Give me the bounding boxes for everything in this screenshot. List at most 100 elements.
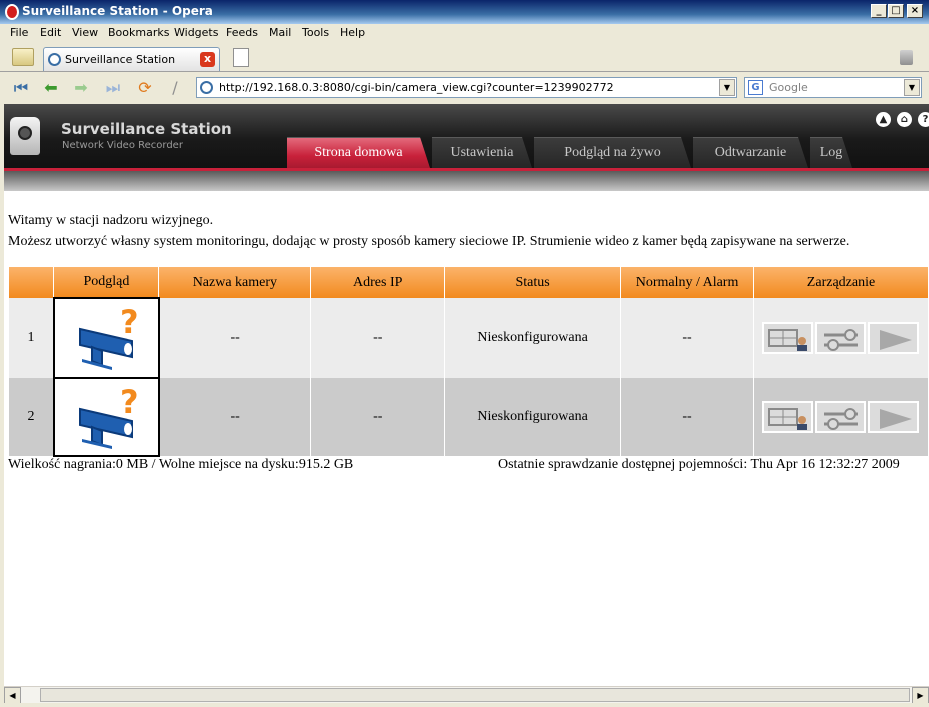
camera-config-icon (768, 408, 808, 430)
row-number: 1 (9, 298, 55, 378)
camera-play-button[interactable] (868, 322, 920, 354)
management-cell (753, 378, 929, 456)
camera-ip: -- (310, 298, 446, 378)
management-cell (753, 298, 929, 378)
tab-playback[interactable]: Odtwarzanie (693, 137, 808, 168)
menu-feeds[interactable]: Feeds (226, 26, 258, 39)
address-toolbar: ⏮ ⬅ ➡ ⏭ ⟳ / http://192.168.0.3:8080/cgi-… (0, 73, 929, 103)
table-row: 2 ? -- -- Nieskonfigurowana -- (9, 377, 929, 457)
horizontal-scrollbar[interactable]: ◀ ▶ (4, 686, 929, 704)
search-placeholder: Google (769, 81, 808, 94)
camera-preview[interactable]: ? (52, 297, 160, 379)
menu-mail[interactable]: Mail (269, 26, 291, 39)
row-number: 2 (9, 378, 55, 456)
opera-logo-icon (5, 4, 19, 20)
table-row: 1 ? -- -- Nieskonfigurowana -- (9, 297, 929, 379)
camera-ip: -- (310, 378, 446, 456)
page-icon (200, 81, 213, 94)
new-tab-icon[interactable] (233, 48, 249, 67)
col-camera-name: Nazwa kamery (158, 267, 312, 298)
camera-config-button[interactable] (762, 401, 814, 433)
camera-preview[interactable]: ? (52, 377, 160, 457)
camera-status: Nieskonfigurowana (444, 298, 622, 378)
browser-tab-label: Surveillance Station (65, 53, 176, 66)
col-mode: Normalny / Alarm (620, 267, 754, 298)
settings-sliders-icon (824, 408, 859, 430)
play-icon (880, 330, 913, 350)
unconfigured-camera-icon: ? (79, 383, 139, 449)
col-status: Status (444, 267, 622, 298)
window-bottom-border (0, 703, 929, 707)
minimize-button[interactable]: _ (871, 4, 887, 18)
camera-name: -- (158, 298, 312, 378)
col-number (9, 267, 55, 298)
menu-bar: File Edit View Bookmarks Widgets Feeds M… (0, 24, 929, 42)
trash-icon[interactable] (900, 50, 913, 65)
svg-text:?: ? (120, 303, 139, 341)
camera-play-button[interactable] (868, 401, 920, 433)
fast-forward-icon[interactable]: ⏭ (102, 77, 124, 99)
logout-icon[interactable]: ▲ (876, 112, 891, 127)
browser-tab-surveillance[interactable]: Surveillance Station x (43, 47, 220, 71)
play-icon (880, 409, 913, 429)
browser-tab-bar: Surveillance Station x (0, 44, 929, 72)
menu-view[interactable]: View (72, 26, 98, 39)
menu-edit[interactable]: Edit (40, 26, 61, 39)
scroll-right-icon[interactable]: ▶ (912, 687, 929, 704)
page-header: Surveillance Station Network Video Recor… (4, 104, 929, 168)
welcome-text: Witamy w stacji nadzoru wizyjnego. Możes… (8, 210, 849, 252)
camera-settings-button[interactable] (815, 401, 867, 433)
page-icon (48, 53, 61, 66)
camera-status: Nieskonfigurowana (444, 378, 622, 456)
camera-mode: -- (620, 378, 754, 456)
menu-file[interactable]: File (10, 26, 28, 39)
url-field[interactable]: http://192.168.0.3:8080/cgi-bin/camera_v… (196, 77, 737, 98)
search-dropdown-icon[interactable]: ▼ (904, 79, 920, 96)
close-tab-icon[interactable]: x (200, 52, 215, 67)
camera-mode: -- (620, 298, 754, 378)
help-icon[interactable]: ? (918, 112, 929, 127)
window-title-bar: Surveillance Station - Opera _ □ × (0, 0, 929, 24)
scroll-left-icon[interactable]: ◀ (4, 687, 21, 704)
tab-settings[interactable]: Ustawienia (432, 137, 532, 168)
last-capacity-check-text: Ostatnie sprawdzanie dostępnej pojemnośc… (498, 457, 900, 472)
menu-help[interactable]: Help (340, 26, 365, 39)
scrollbar-thumb[interactable] (40, 688, 910, 702)
reload-icon[interactable]: ⟳ (134, 77, 156, 99)
brand-title: Surveillance Station (61, 120, 232, 138)
col-management: Zarządzanie (753, 267, 929, 298)
header-band (4, 171, 929, 191)
tab-home[interactable]: Strona domowa (287, 137, 430, 168)
brand-subtitle: Network Video Recorder (62, 140, 183, 151)
camera-name: -- (158, 378, 312, 456)
camera-settings-button[interactable] (815, 322, 867, 354)
welcome-line-1: Witamy w stacji nadzoru wizyjnego. (8, 213, 214, 228)
menu-widgets[interactable]: Widgets (174, 26, 218, 39)
camera-config-button[interactable] (762, 322, 814, 354)
rewind-icon[interactable]: ⏮ (10, 77, 32, 99)
menu-tools[interactable]: Tools (302, 26, 329, 39)
panel-toggle-icon[interactable] (12, 48, 34, 66)
url-dropdown-icon[interactable]: ▼ (719, 79, 735, 96)
recording-size-text: Wielkość nagrania:0 MB / Wolne miejsce n… (8, 457, 354, 472)
close-window-button[interactable]: × (907, 4, 923, 18)
home-icon[interactable]: ⌂ (897, 112, 912, 127)
page-viewport: Surveillance Station Network Video Recor… (4, 104, 929, 686)
tab-live-view[interactable]: Podgląd na żywo (534, 137, 691, 168)
unconfigured-camera-icon: ? (79, 303, 139, 370)
settings-sliders-icon (824, 329, 859, 351)
google-icon: G (748, 80, 763, 95)
window-title: Surveillance Station - Opera (22, 4, 213, 18)
welcome-line-2: Możesz utworzyć własny system monitoring… (8, 234, 850, 249)
tab-log[interactable]: Log (810, 137, 852, 168)
back-icon[interactable]: ⬅ (40, 77, 62, 99)
camera-lens-icon (18, 126, 32, 140)
col-preview: Podgląd (53, 267, 160, 298)
edit-site-icon[interactable]: / (164, 77, 186, 99)
forward-icon[interactable]: ➡ (70, 77, 92, 99)
search-field[interactable]: G Google ▼ (744, 77, 922, 98)
maximize-button[interactable]: □ (888, 4, 904, 18)
camera-config-icon (768, 329, 808, 351)
menu-bookmarks[interactable]: Bookmarks (108, 26, 169, 39)
col-ip-address: Adres IP (310, 267, 446, 298)
